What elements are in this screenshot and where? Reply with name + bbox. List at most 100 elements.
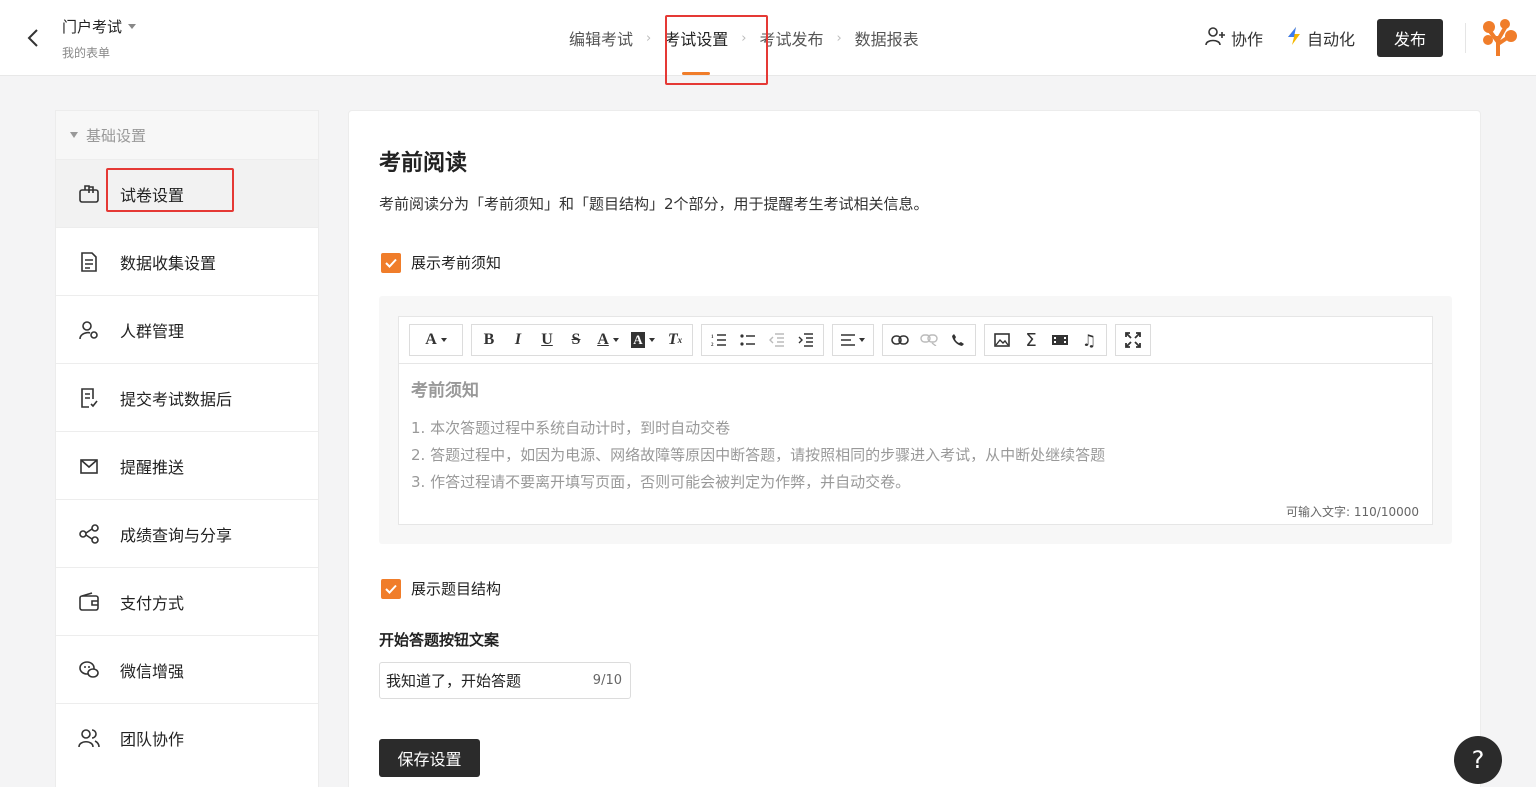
automation-label: 自动化 bbox=[1306, 30, 1355, 49]
check-icon bbox=[381, 578, 401, 599]
step-edit-exam[interactable]: 编辑考试 bbox=[560, 0, 642, 76]
ordered-list-icon[interactable]: 12 bbox=[705, 326, 733, 354]
italic-icon[interactable]: I bbox=[504, 326, 532, 354]
paper-settings-icon bbox=[78, 183, 100, 205]
clear-format-icon[interactable]: Tx bbox=[661, 326, 689, 354]
caret-down-icon bbox=[70, 132, 78, 138]
sidebar-item-wechat[interactable]: 微信增强 bbox=[56, 635, 318, 703]
formula-icon[interactable]: Σ bbox=[1017, 326, 1045, 354]
sidebar-item-audience[interactable]: 人群管理 bbox=[56, 295, 318, 363]
add-user-icon bbox=[1205, 26, 1227, 50]
start-button-label: 开始答题按钮文案 bbox=[379, 631, 500, 649]
sidebar-item-label: 成绩查询与分享 bbox=[120, 525, 233, 545]
step-exam-settings[interactable]: 考试设置 bbox=[655, 0, 737, 76]
audio-icon[interactable]: ♫ bbox=[1075, 326, 1103, 354]
editor-container: A B I U S A A Tx 12 Σ ♫ 考前须知 1. 本次答题过程中系… bbox=[379, 296, 1452, 544]
sidebar-item-score-share[interactable]: 成绩查询与分享 bbox=[56, 499, 318, 567]
wallet-icon bbox=[78, 591, 100, 613]
input-value: 我知道了，开始答题 bbox=[386, 672, 522, 690]
sidebar-item-label: 人群管理 bbox=[120, 321, 185, 341]
lightning-icon bbox=[1285, 26, 1303, 50]
settings-sidebar: 基础设置 试卷设置 数据收集设置 人群管理 提交考试数据后 提醒推送 成绩查询与… bbox=[55, 110, 319, 787]
svg-text:1: 1 bbox=[711, 335, 714, 340]
editor-line: 3. 作答过程请不要离开填写页面，否则可能会被判定为作弊，并自动交卷。 bbox=[411, 473, 911, 491]
editor-heading: 考前须知 bbox=[411, 381, 479, 401]
checkbox-label: 展示考前须知 bbox=[411, 254, 502, 272]
automation-button[interactable]: 自动化 bbox=[1285, 26, 1355, 50]
toolbar-group-font: A bbox=[409, 324, 463, 356]
share-icon bbox=[78, 523, 100, 545]
toolbar-group-link bbox=[882, 324, 976, 356]
document-icon bbox=[78, 251, 100, 273]
collab-button[interactable]: 协作 bbox=[1205, 26, 1263, 50]
toolbar-group-align bbox=[832, 324, 874, 356]
submit-doc-icon bbox=[78, 387, 100, 409]
caret-down-icon bbox=[128, 24, 137, 29]
sidebar-item-team[interactable]: 团队协作 bbox=[56, 703, 318, 771]
link-icon[interactable] bbox=[886, 326, 914, 354]
unlink-icon[interactable] bbox=[915, 326, 943, 354]
team-icon bbox=[78, 727, 100, 749]
sidebar-item-data-collection[interactable]: 数据收集设置 bbox=[56, 227, 318, 295]
phone-icon[interactable] bbox=[944, 326, 972, 354]
step-nav: 编辑考试 › 考试设置 › 考试发布 › 数据报表 bbox=[560, 0, 928, 76]
video-icon[interactable] bbox=[1046, 326, 1074, 354]
bullet-list-icon[interactable] bbox=[734, 326, 762, 354]
toolbar-group-media: Σ ♫ bbox=[984, 324, 1107, 356]
editor-content[interactable]: 考前须知 1. 本次答题过程中系统自动计时，到时自动交卷 2. 答题过程中，如因… bbox=[399, 364, 1432, 508]
sidebar-item-payment[interactable]: 支付方式 bbox=[56, 567, 318, 635]
avatar[interactable] bbox=[1480, 18, 1520, 58]
rich-text-editor[interactable]: A B I U S A A Tx 12 Σ ♫ 考前须知 1. 本次答题过程中系… bbox=[398, 316, 1433, 525]
sidebar-item-label: 提交考试数据后 bbox=[120, 389, 233, 409]
font-color-icon[interactable]: A bbox=[591, 326, 625, 354]
sidebar-item-label: 团队协作 bbox=[120, 729, 185, 749]
top-header: 门户考试 我的表单 编辑考试 › 考试设置 › 考试发布 › 数据报表 协作 自… bbox=[0, 0, 1536, 85]
sidebar-group-basic[interactable]: 基础设置 bbox=[56, 111, 318, 159]
chevron-right-icon: › bbox=[646, 30, 652, 46]
input-char-count: 9/10 bbox=[592, 673, 622, 688]
checkbox-label: 展示题目结构 bbox=[411, 580, 502, 598]
sidebar-item-label: 数据收集设置 bbox=[120, 253, 217, 273]
image-icon[interactable] bbox=[988, 326, 1016, 354]
outdent-icon[interactable] bbox=[763, 326, 791, 354]
sidebar-item-reminder[interactable]: 提醒推送 bbox=[56, 431, 318, 499]
chevron-right-icon: › bbox=[741, 30, 747, 46]
save-button[interactable]: 保存设置 bbox=[379, 739, 480, 777]
start-button-text-input[interactable]: 我知道了，开始答题 9/10 bbox=[379, 662, 631, 699]
help-button[interactable]: ? bbox=[1454, 736, 1502, 784]
fullscreen-icon[interactable] bbox=[1119, 326, 1147, 354]
toolbar-group-format: B I U S A A Tx bbox=[471, 324, 693, 356]
toolbar-group-list: 12 bbox=[701, 324, 824, 356]
sidebar-item-label: 支付方式 bbox=[120, 593, 185, 613]
sidebar-group-label: 基础设置 bbox=[86, 126, 147, 145]
bold-icon[interactable]: B bbox=[475, 326, 503, 354]
user-settings-icon bbox=[78, 319, 100, 341]
underline-icon[interactable]: U bbox=[533, 326, 561, 354]
strikethrough-icon[interactable]: S bbox=[562, 326, 590, 354]
form-title-dropdown[interactable]: 门户考试 bbox=[62, 16, 137, 37]
page-title: 考前阅读 bbox=[379, 151, 468, 176]
align-icon[interactable] bbox=[836, 326, 870, 354]
sidebar-item-after-submit[interactable]: 提交考试数据后 bbox=[56, 363, 318, 431]
sidebar-item-paper-settings[interactable]: 试卷设置 bbox=[56, 159, 318, 227]
step-exam-publish[interactable]: 考试发布 bbox=[750, 0, 832, 76]
show-structure-checkbox[interactable]: 展示题目结构 bbox=[381, 578, 501, 599]
back-arrow-icon[interactable] bbox=[22, 26, 44, 50]
form-subtitle[interactable]: 我的表单 bbox=[62, 44, 136, 61]
indent-icon[interactable] bbox=[792, 326, 820, 354]
sidebar-item-label: 微信增强 bbox=[120, 661, 185, 681]
editor-line: 1. 本次答题过程中系统自动计时，到时自动交卷 bbox=[411, 419, 731, 437]
sidebar-item-label: 提醒推送 bbox=[120, 457, 185, 477]
wechat-icon bbox=[78, 659, 100, 681]
highlight-color-icon[interactable]: A bbox=[626, 326, 660, 354]
step-data-report[interactable]: 数据报表 bbox=[846, 0, 928, 76]
publish-button[interactable]: 发布 bbox=[1377, 19, 1443, 57]
show-notice-checkbox[interactable]: 展示考前须知 bbox=[381, 252, 501, 273]
mail-icon bbox=[78, 455, 100, 477]
divider bbox=[1465, 23, 1466, 53]
font-size-icon[interactable]: A bbox=[413, 326, 459, 354]
chevron-right-icon: › bbox=[836, 30, 842, 46]
form-title: 门户考试 bbox=[62, 18, 123, 36]
svg-text:2: 2 bbox=[711, 343, 714, 347]
editor-toolbar: A B I U S A A Tx 12 Σ ♫ bbox=[399, 317, 1432, 364]
